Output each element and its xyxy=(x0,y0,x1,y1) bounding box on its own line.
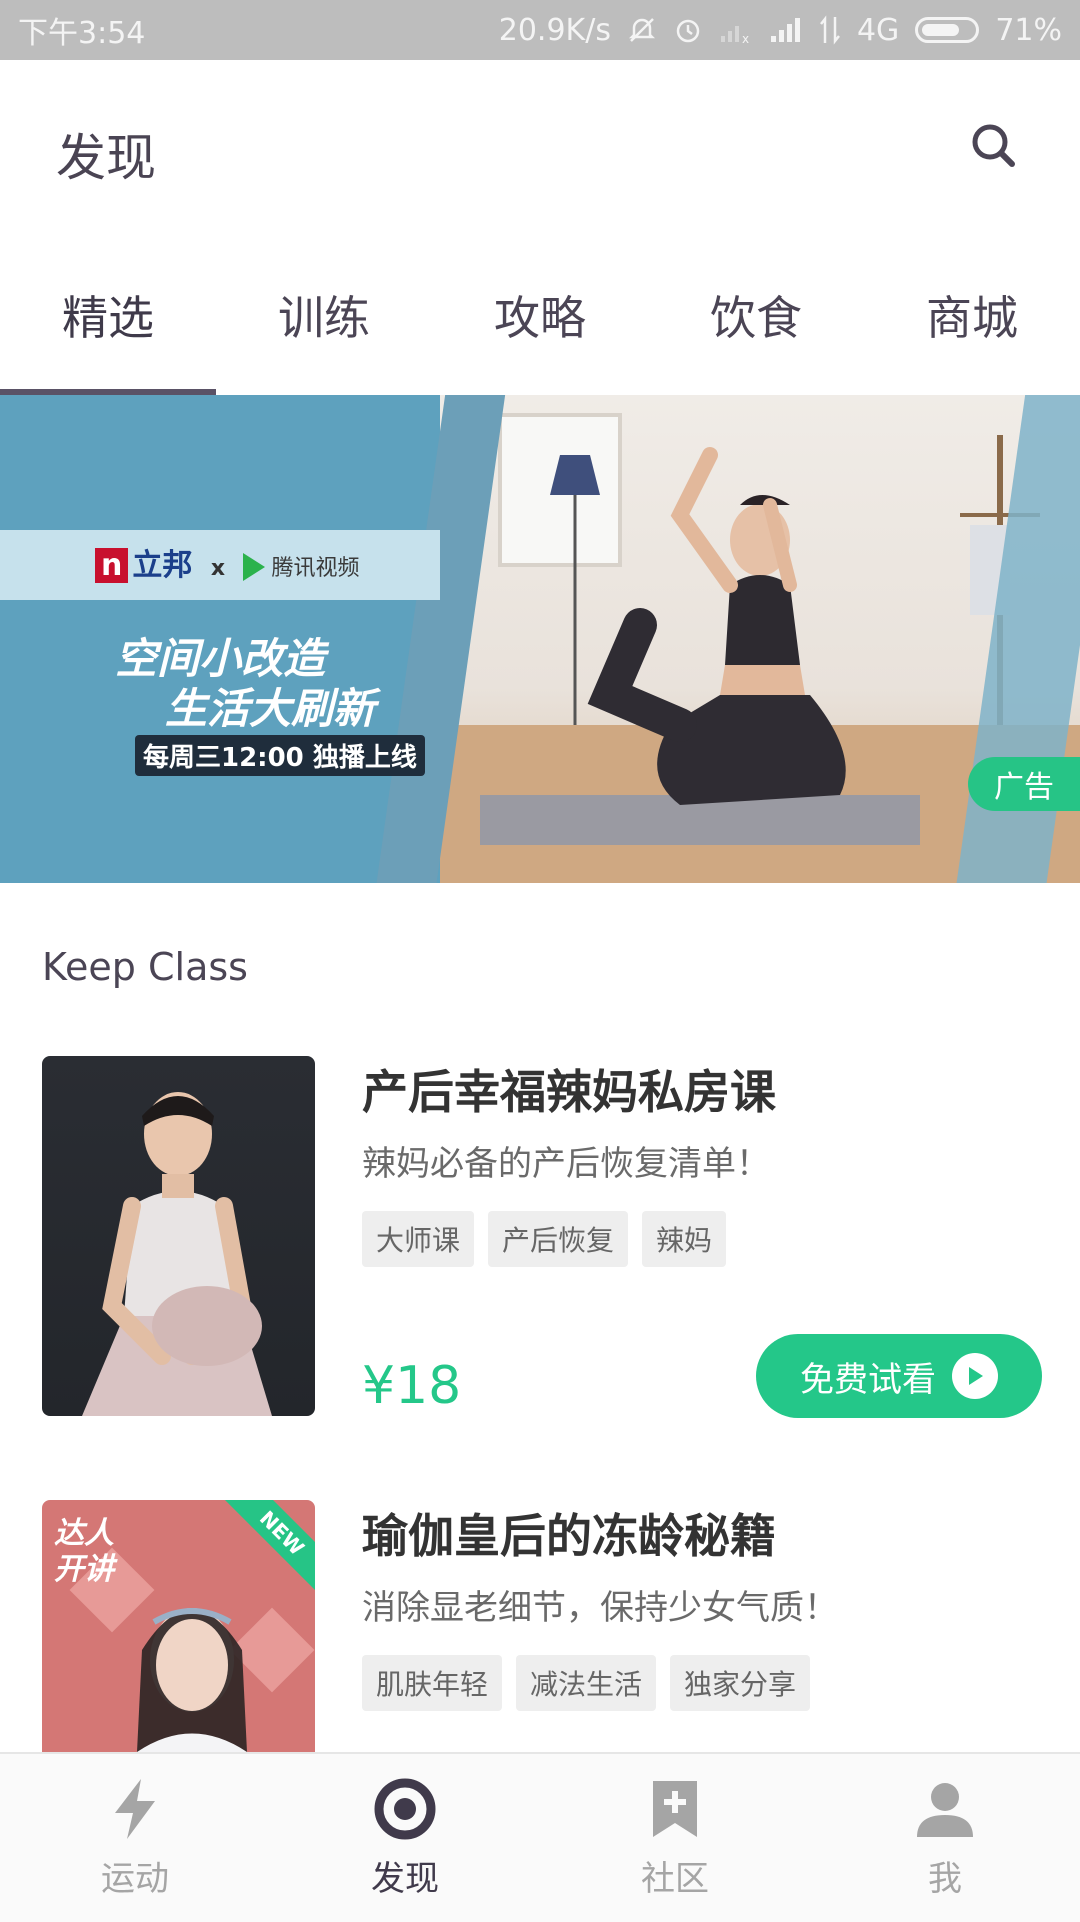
ad-banner[interactable]: n 立邦 x 腾讯视频 空间小改造 生活大刷新 每周三12:00 独播上线 广告 xyxy=(0,395,1080,883)
course-price: ¥18 xyxy=(362,1356,462,1416)
course-card[interactable]: 产后幸福辣妈私房课 辣妈必备的产后恢复清单！ 大师课 产后恢复 辣妈 ¥18 免… xyxy=(42,1056,1042,1418)
course-title: 瑜伽皇后的冻龄秘籍 xyxy=(362,1509,776,1563)
tab-training[interactable]: 训练 xyxy=(216,235,432,395)
course-tag: 大师课 xyxy=(362,1211,475,1267)
category-tabs: 精选 训练 攻略 饮食 商城 xyxy=(0,235,1080,396)
tab-label: 训练 xyxy=(278,291,370,345)
mute-icon xyxy=(627,15,657,45)
network-type: 4G xyxy=(856,12,900,48)
thumb-label: 达人 开讲 xyxy=(54,1516,114,1588)
tab-label: 精选 xyxy=(62,291,154,345)
tab-diet[interactable]: 饮食 xyxy=(648,235,864,395)
svg-text:x: x xyxy=(742,32,749,44)
search-button[interactable] xyxy=(964,116,1024,176)
tab-featured[interactable]: 精选 xyxy=(0,235,216,395)
course-tag: 产后恢复 xyxy=(488,1211,629,1267)
thumb-label-line: 开讲 xyxy=(54,1552,114,1587)
banner-schedule: 每周三12:00 独播上线 xyxy=(135,735,425,776)
nav-item-me[interactable]: 我 xyxy=(810,1754,1080,1922)
nav-label: 运动 xyxy=(101,1858,169,1899)
tab-label: 商城 xyxy=(926,291,1018,345)
play-icon xyxy=(952,1353,998,1399)
nav-item-discover[interactable]: 发现 xyxy=(270,1754,540,1922)
battery-percent: 71% xyxy=(995,12,1062,48)
tab-label: 攻略 xyxy=(494,291,586,345)
nav-item-sports[interactable]: 运动 xyxy=(0,1754,270,1922)
battery-fill xyxy=(922,24,960,36)
course-title: 产后幸福辣妈私房课 xyxy=(362,1065,776,1119)
net-speed: 20.9K/s xyxy=(498,12,611,48)
search-icon xyxy=(972,124,1015,167)
course-tags: 肌肤年轻 减法生活 独家分享 xyxy=(362,1655,811,1711)
course-thumbnail xyxy=(42,1056,315,1416)
brand-left: 立邦 xyxy=(132,548,193,583)
person-icon xyxy=(917,1782,973,1837)
brand-right: 腾讯视频 xyxy=(271,556,360,581)
bookmark-plus-icon xyxy=(653,1780,697,1837)
course-tag: 肌肤年轻 xyxy=(362,1655,503,1711)
brand-sep: x xyxy=(210,556,226,581)
course-subtitle: 消除显老细节，保持少女气质！ xyxy=(362,1588,838,1628)
nav-item-community[interactable]: 社区 xyxy=(540,1754,810,1922)
instructor-photo xyxy=(82,1092,272,1416)
banner-headline-2: 生活大刷新 xyxy=(165,684,376,733)
course-tag: 辣妈 xyxy=(642,1211,727,1267)
data-arrows-icon xyxy=(819,15,841,45)
battery-icon xyxy=(915,17,980,43)
thumb-label-line: 达人 xyxy=(54,1516,114,1551)
header: 发现 xyxy=(0,60,1080,235)
course-card[interactable]: 达人 开讲 NEW 瑜伽皇后的冻龄秘籍 消除显老细节，保持少女气质！ 肌肤年轻 … xyxy=(42,1500,1042,1752)
course-tags: 大师课 产后恢复 辣妈 xyxy=(362,1211,727,1267)
free-trial-button[interactable]: 免费试看 xyxy=(756,1334,1042,1418)
course-thumbnail: 达人 开讲 NEW xyxy=(42,1500,315,1752)
ad-badge: 广告 xyxy=(968,757,1080,811)
lightning-icon xyxy=(115,1778,155,1839)
bottom-nav: 运动 发现 社区 我 xyxy=(0,1752,1080,1922)
tencent-video-icon xyxy=(243,552,266,581)
tab-label: 饮食 xyxy=(710,291,802,345)
discover-icon xyxy=(374,1778,436,1839)
section-title: Keep Class xyxy=(42,945,248,989)
status-right: 20.9K/s x 4G 71% xyxy=(499,13,1062,48)
course-tag: 独家分享 xyxy=(670,1655,811,1711)
tab-guides[interactable]: 攻略 xyxy=(432,235,648,395)
free-trial-label: 免费试看 xyxy=(800,1359,936,1400)
status-time: 下午3:54 xyxy=(18,16,146,51)
banner-brands: n 立邦 x 腾讯视频 xyxy=(95,540,359,584)
nav-label: 社区 xyxy=(641,1858,709,1899)
status-bar: 下午3:54 20.9K/s x 4G 71% xyxy=(0,0,1080,60)
course-subtitle: 辣妈必备的产后恢复清单！ xyxy=(362,1144,770,1184)
course-tag: 减法生活 xyxy=(516,1655,657,1711)
alarm-icon xyxy=(673,15,703,45)
nippon-logo-icon: n xyxy=(95,548,129,583)
nav-label: 我 xyxy=(928,1858,962,1899)
page-title: 发现 xyxy=(56,129,156,187)
tab-shop[interactable]: 商城 xyxy=(864,235,1080,395)
signal-icon xyxy=(769,16,803,44)
nav-label: 发现 xyxy=(371,1858,439,1899)
signal-empty-icon: x xyxy=(719,16,753,44)
